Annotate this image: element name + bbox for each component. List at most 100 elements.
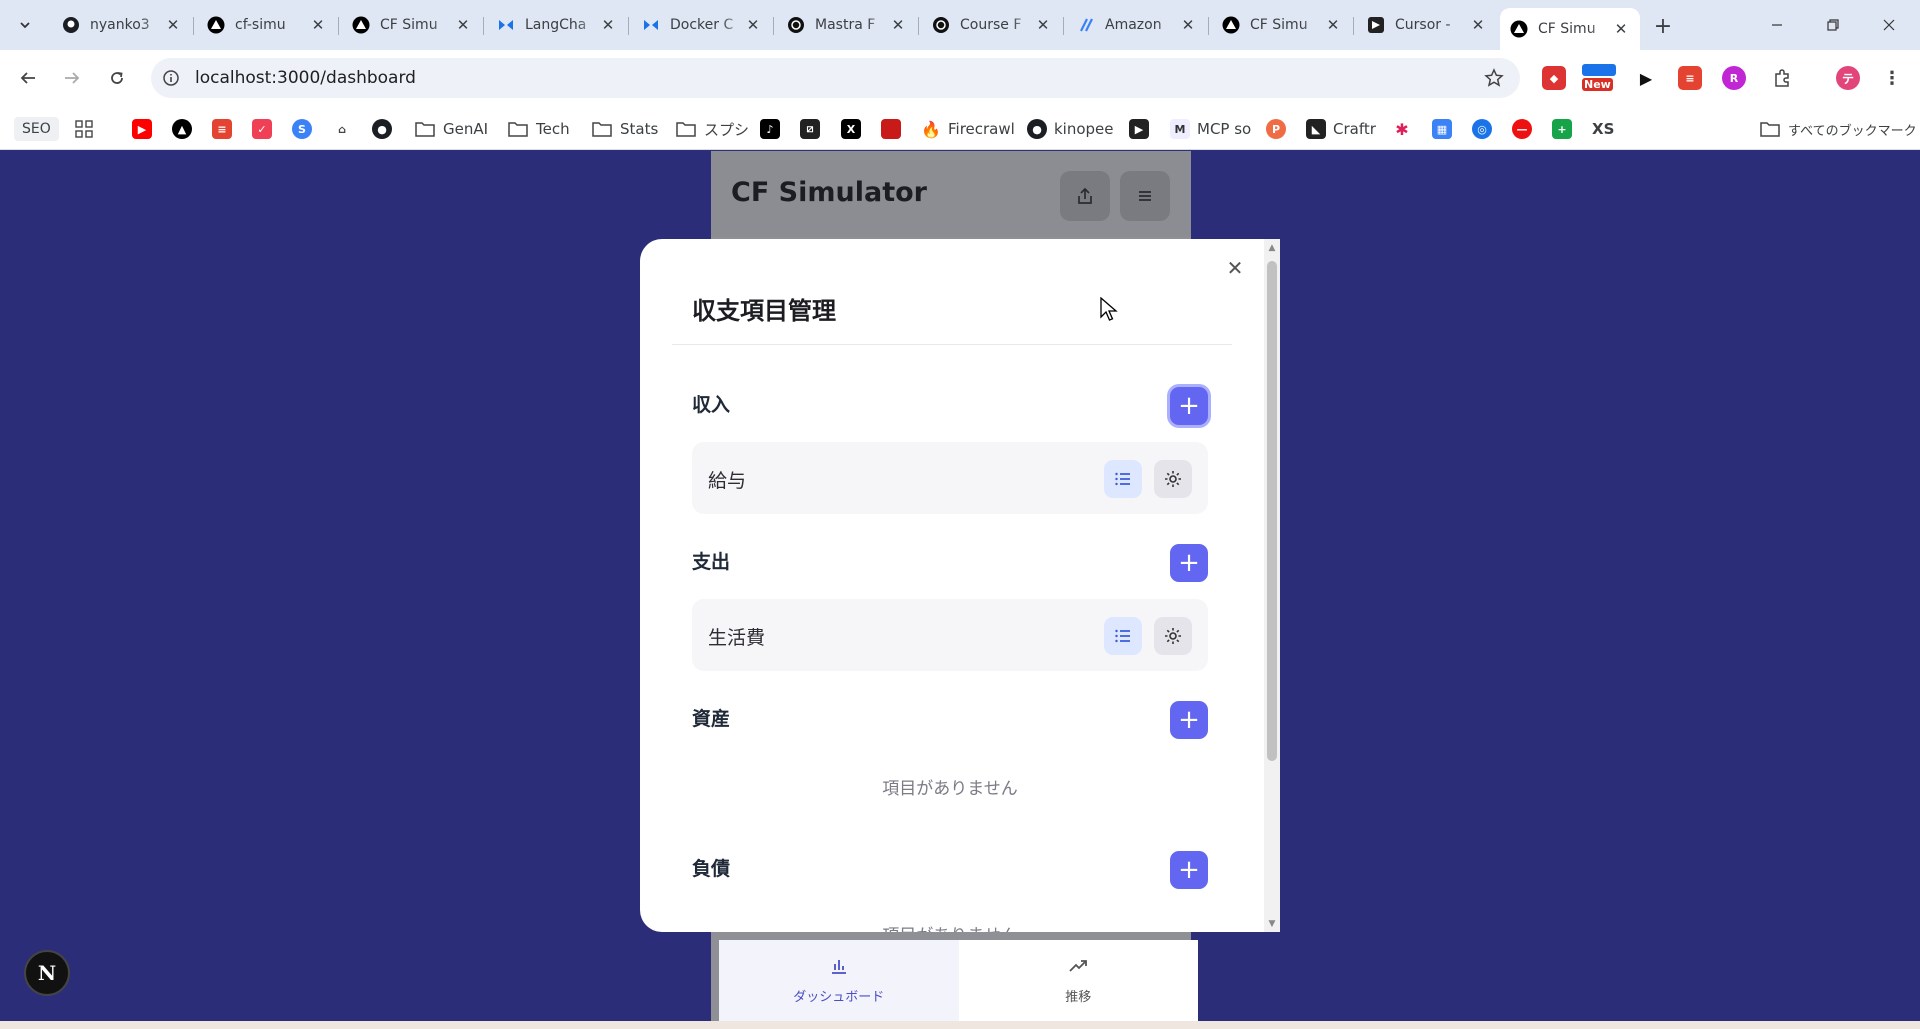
browser-tab[interactable]: Amazon ✕ bbox=[1067, 8, 1207, 42]
empty-state-text: 項目がありません bbox=[692, 921, 1208, 932]
extensions-puzzle-icon[interactable] bbox=[1770, 66, 1794, 90]
close-tab-icon[interactable]: ✕ bbox=[1469, 16, 1487, 34]
bookmark-stop-icon[interactable]: — bbox=[1512, 119, 1532, 139]
share-icon bbox=[1078, 187, 1092, 204]
close-tab-icon[interactable]: ✕ bbox=[599, 16, 617, 34]
folder-icon bbox=[415, 122, 435, 137]
new-extension-icon[interactable]: New bbox=[1582, 64, 1616, 91]
close-tab-icon[interactable]: ✕ bbox=[889, 16, 907, 34]
browser-tab[interactable]: Docker C ✕ bbox=[632, 8, 772, 42]
nav-dashboard[interactable]: ダッシュボード bbox=[719, 940, 959, 1021]
item-list-button[interactable] bbox=[1104, 460, 1142, 498]
profile-avatar[interactable]: テ bbox=[1836, 66, 1860, 90]
new-tab-button[interactable]: + bbox=[1649, 12, 1677, 40]
url-text[interactable]: localhost:3000/dashboard bbox=[195, 68, 416, 88]
close-tab-icon[interactable]: ✕ bbox=[1034, 16, 1052, 34]
slack-icon[interactable]: ✱ bbox=[1392, 119, 1412, 139]
pocket-icon[interactable]: ✓ bbox=[252, 119, 272, 139]
browser-tab[interactable]: nyanko3 ✕ bbox=[52, 8, 192, 42]
minimize-button[interactable] bbox=[1754, 8, 1800, 42]
browser-tab[interactable]: Mastra F ✕ bbox=[777, 8, 917, 42]
x-icon[interactable]: X bbox=[841, 119, 861, 139]
modal-scrollbar[interactable]: ▲ ▼ bbox=[1264, 239, 1280, 932]
bookmark-slash-icon[interactable]: ⧄ bbox=[800, 119, 820, 139]
bookmark-grid-icon[interactable]: ▦ bbox=[1432, 119, 1452, 139]
browser-tab[interactable]: CF Simu ✕ bbox=[1212, 8, 1352, 42]
add-assets-button[interactable]: + bbox=[1170, 701, 1208, 739]
browser-tab-active[interactable]: CF Simu ✕ bbox=[1500, 8, 1640, 50]
tab-search-chevron-icon[interactable] bbox=[12, 12, 38, 38]
bookmark-folder-stats[interactable]: Stats bbox=[592, 117, 658, 141]
close-tab-icon[interactable]: ✕ bbox=[744, 16, 762, 34]
bookmark-xs[interactable]: XS bbox=[1592, 117, 1614, 141]
nextjs-dev-badge[interactable]: N bbox=[24, 950, 70, 996]
browser-tab[interactable]: CF Simu ✕ bbox=[342, 8, 482, 42]
bookmark-s-icon[interactable]: S bbox=[292, 119, 312, 139]
close-tab-icon[interactable]: ✕ bbox=[454, 16, 472, 34]
extension-icon[interactable]: ◆ bbox=[1542, 66, 1566, 90]
bookmark-kinopee[interactable]: ● kinopee bbox=[1027, 117, 1114, 141]
address-bar[interactable]: localhost:3000/dashboard bbox=[151, 58, 1520, 98]
bookmark-folder-genai[interactable]: GenAI bbox=[415, 117, 488, 141]
divider bbox=[672, 344, 1232, 345]
bookmark-globe-icon[interactable]: ◎ bbox=[1472, 119, 1492, 139]
add-liabilities-button[interactable]: + bbox=[1170, 851, 1208, 889]
vercel-bookmark-icon[interactable]: ▲ bbox=[172, 119, 192, 139]
bookmark-mcp-so[interactable]: M MCP so bbox=[1170, 117, 1251, 141]
back-button[interactable] bbox=[12, 62, 44, 94]
apps-grid-icon[interactable] bbox=[74, 119, 94, 139]
empty-state-text: 項目がありません bbox=[882, 779, 1018, 799]
close-icon[interactable]: ✕ bbox=[1222, 255, 1248, 281]
item-list-button[interactable] bbox=[1104, 617, 1142, 655]
item-settings-button[interactable] bbox=[1154, 617, 1192, 655]
tiktok-icon[interactable]: ♪ bbox=[760, 119, 780, 139]
reload-button[interactable] bbox=[101, 62, 133, 94]
site-info-icon[interactable] bbox=[151, 69, 191, 87]
add-income-button[interactable]: + bbox=[1170, 387, 1208, 425]
forward-button[interactable] bbox=[56, 62, 88, 94]
close-tab-icon[interactable]: ✕ bbox=[164, 16, 182, 34]
github-bookmark-icon[interactable]: ● bbox=[372, 119, 392, 139]
bookmark-p-icon[interactable]: P bbox=[1266, 119, 1286, 139]
bookmark-seo[interactable]: SEO bbox=[14, 117, 59, 141]
youtube-icon[interactable]: ▶ bbox=[132, 119, 152, 139]
close-window-button[interactable] bbox=[1866, 8, 1912, 42]
play-extension-icon[interactable]: ▶ bbox=[1634, 66, 1658, 90]
bookmark-craftr[interactable]: ◣ Craftr bbox=[1306, 117, 1376, 141]
add-expense-button[interactable]: + bbox=[1170, 544, 1208, 582]
bank-icon[interactable]: ⌂ bbox=[332, 119, 352, 139]
plus-icon: + bbox=[1178, 548, 1200, 578]
item-settings-button[interactable] bbox=[1154, 460, 1192, 498]
all-bookmarks-folder[interactable]: すべてのブックマーク bbox=[1760, 117, 1917, 141]
browser-tab[interactable]: Course F ✕ bbox=[922, 8, 1062, 42]
bookmark-folder-spreadsheet[interactable]: スプシ bbox=[676, 117, 749, 141]
mastra-icon bbox=[787, 16, 805, 34]
close-tab-icon[interactable]: ✕ bbox=[1324, 16, 1342, 34]
cursor-bookmark-icon[interactable]: ▶ bbox=[1129, 119, 1149, 139]
close-tab-icon[interactable]: ✕ bbox=[1612, 20, 1630, 38]
profile-extension-icon[interactable]: R bbox=[1722, 66, 1746, 90]
todoist-bookmark-icon[interactable]: ≡ bbox=[212, 119, 232, 139]
scroll-thumb[interactable] bbox=[1267, 261, 1277, 761]
restore-button[interactable] bbox=[1810, 8, 1856, 42]
close-tab-icon[interactable]: ✕ bbox=[309, 16, 327, 34]
folder-icon bbox=[676, 122, 696, 137]
bookmark-star-icon[interactable] bbox=[1484, 68, 1504, 92]
menu-button[interactable] bbox=[1120, 171, 1170, 221]
list-item-income: 給与 bbox=[692, 442, 1208, 514]
share-button[interactable] bbox=[1060, 171, 1110, 221]
bookmark-folder-tech[interactable]: Tech bbox=[508, 117, 570, 141]
section-label-income: 収入 bbox=[692, 394, 731, 416]
close-tab-icon[interactable]: ✕ bbox=[1179, 16, 1197, 34]
browser-tab[interactable]: Cursor - ✕ bbox=[1357, 8, 1497, 42]
browser-menu-icon[interactable]: ⋮ bbox=[1880, 66, 1904, 90]
todoist-extension-icon[interactable]: ≡ bbox=[1678, 66, 1702, 90]
langchain-icon bbox=[497, 16, 515, 34]
nav-trend[interactable]: 推移 bbox=[959, 940, 1199, 1021]
browser-tab[interactable]: cf-simu ✕ bbox=[197, 8, 337, 42]
sheets-icon[interactable]: + bbox=[1552, 119, 1572, 139]
item-name: 給与 bbox=[708, 470, 747, 492]
bookmark-firecrawl[interactable]: 🔥 Firecrawl bbox=[921, 117, 1015, 141]
browser-tab[interactable]: LangCha ✕ bbox=[487, 8, 627, 42]
red-square-icon[interactable] bbox=[881, 119, 901, 139]
